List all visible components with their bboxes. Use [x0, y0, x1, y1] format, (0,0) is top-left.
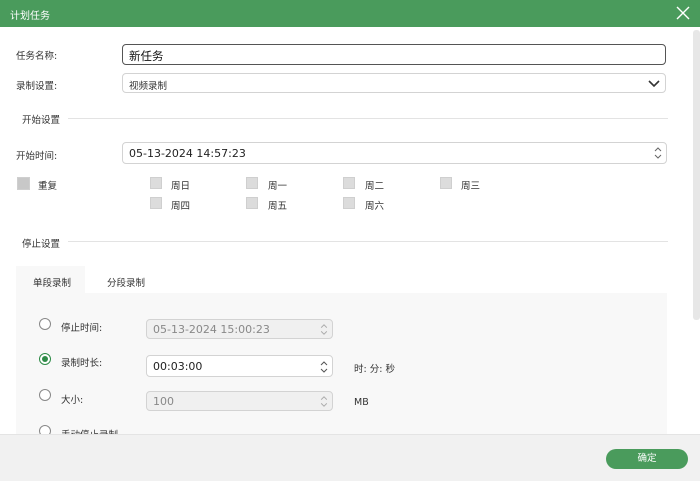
repeat-label: 重复	[38, 181, 58, 192]
task-name-input[interactable]: 新任务	[122, 44, 666, 65]
tab-segment-record[interactable]: 分段录制	[92, 266, 162, 294]
tuesday-label: 周二	[365, 181, 385, 192]
start-time-input[interactable]: 05-13-2024 14:57:23	[122, 142, 667, 164]
divider	[68, 118, 668, 119]
duration-unit: 时: 分: 秒	[354, 364, 395, 375]
spinner-arrows-icon[interactable]	[653, 145, 663, 161]
size-input[interactable]: 100	[146, 391, 333, 411]
repeat-checkbox[interactable]	[17, 177, 30, 190]
scrollbar[interactable]	[693, 30, 700, 320]
title-bar: 计划任务	[0, 0, 700, 27]
duration-value: 00:03:00	[153, 360, 203, 373]
stop-time-radio[interactable]	[39, 318, 51, 330]
close-icon[interactable]	[674, 4, 692, 22]
stop-time-label: 停止时间:	[61, 323, 103, 334]
start-time-label: 开始时间:	[16, 151, 58, 162]
friday-checkbox[interactable]	[246, 197, 258, 209]
wednesday-checkbox[interactable]	[440, 177, 452, 189]
start-section-title: 开始设置	[22, 115, 61, 126]
record-setting-value: 视频录制	[129, 81, 168, 92]
monday-checkbox[interactable]	[246, 177, 258, 189]
thursday-checkbox[interactable]	[150, 197, 162, 209]
stop-time-value: 05-13-2024 15:00:23	[153, 323, 270, 336]
window-title: 计划任务	[10, 11, 50, 22]
record-setting-label: 录制设置:	[16, 81, 58, 92]
saturday-label: 周六	[365, 201, 385, 212]
size-label: 大小:	[61, 395, 84, 406]
stop-panel	[16, 293, 667, 435]
duration-label: 录制时长:	[61, 358, 103, 369]
duration-input[interactable]: 00:03:00	[146, 355, 333, 377]
chevron-down-icon	[648, 80, 660, 88]
sunday-label: 周日	[171, 181, 191, 192]
sunday-checkbox[interactable]	[150, 177, 162, 189]
duration-radio[interactable]	[39, 353, 51, 365]
size-radio[interactable]	[39, 389, 51, 401]
divider	[68, 241, 668, 242]
size-value: 100	[153, 395, 174, 408]
tab-single-record[interactable]: 单段录制	[16, 266, 85, 294]
tuesday-checkbox[interactable]	[343, 177, 355, 189]
saturday-checkbox[interactable]	[343, 197, 355, 209]
tab-segment-record-label: 分段录制	[107, 278, 146, 289]
stop-section-title: 停止设置	[22, 239, 61, 250]
spinner-arrows-icon[interactable]	[319, 322, 329, 337]
footer	[0, 434, 700, 481]
stop-time-input[interactable]: 05-13-2024 15:00:23	[146, 319, 333, 339]
thursday-label: 周四	[171, 201, 191, 212]
ok-button[interactable]: 确定	[606, 449, 688, 469]
wednesday-label: 周三	[461, 181, 481, 192]
spinner-arrows-icon[interactable]	[319, 394, 329, 409]
monday-label: 周一	[268, 181, 288, 192]
tab-single-record-label: 单段录制	[33, 278, 72, 289]
spinner-arrows-icon[interactable]	[319, 359, 329, 375]
friday-label: 周五	[268, 201, 288, 212]
start-time-value: 05-13-2024 14:57:23	[129, 147, 246, 160]
task-name-value: 新任务	[129, 49, 164, 63]
size-unit: MB	[354, 397, 369, 408]
task-name-label: 任务名称:	[16, 51, 58, 62]
record-setting-select[interactable]: 视频录制	[122, 73, 666, 93]
